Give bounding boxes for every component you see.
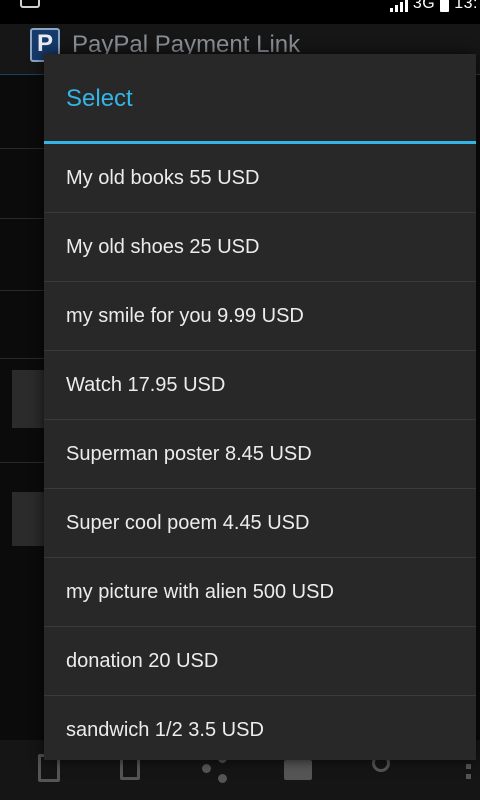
dialog-title: Select — [44, 54, 476, 144]
network-type: 3G — [412, 0, 436, 12]
list-item[interactable]: sandwich 1/2 3.5 USD — [44, 696, 476, 760]
background-divider — [0, 462, 44, 463]
battery-icon — [440, 0, 450, 12]
background-field — [12, 492, 44, 546]
select-dialog: Select My old books 55 USD My old shoes … — [44, 54, 476, 760]
background-divider — [0, 148, 44, 149]
list-item[interactable]: Superman poster 8.45 USD — [44, 420, 476, 489]
list-item[interactable]: donation 20 USD — [44, 627, 476, 696]
screen: 3G 13: P PayPal Payment Link Select My o… — [0, 0, 480, 800]
background-divider — [0, 358, 44, 359]
status-indicators: 3G 13: — [389, 0, 480, 12]
status-bar: 3G 13: — [0, 0, 480, 24]
list-item[interactable]: Super cool poem 4.45 USD — [44, 489, 476, 558]
background-divider — [0, 290, 44, 291]
list-item[interactable]: My old shoes 25 USD — [44, 213, 476, 282]
clock: 13: — [454, 0, 478, 12]
list-item[interactable]: Watch 17.95 USD — [44, 351, 476, 420]
list-item[interactable]: my smile for you 9.99 USD — [44, 282, 476, 351]
notification-icon — [20, 0, 40, 8]
background-field — [12, 370, 44, 428]
background-divider — [0, 218, 44, 219]
signal-icon — [389, 0, 408, 12]
option-list: My old books 55 USD My old shoes 25 USD … — [44, 144, 476, 760]
list-item[interactable]: my picture with alien 500 USD — [44, 558, 476, 627]
list-item[interactable]: My old books 55 USD — [44, 144, 476, 213]
mail-icon[interactable] — [284, 760, 312, 780]
